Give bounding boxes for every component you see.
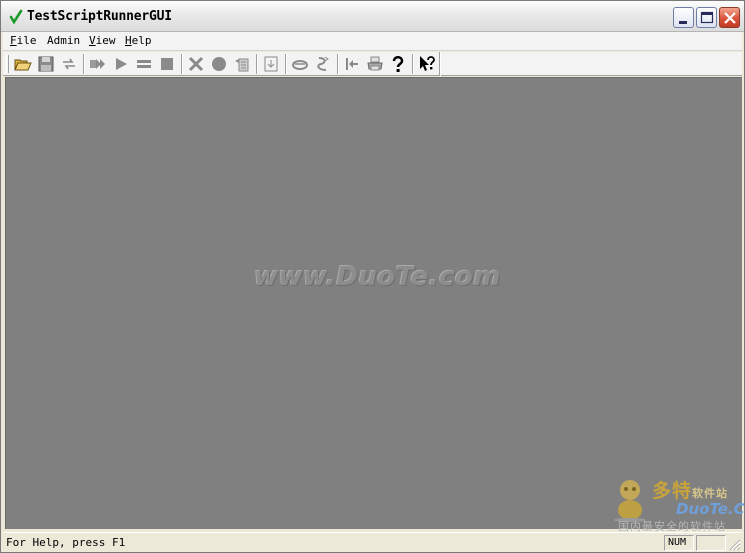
close-button[interactable]	[719, 7, 740, 28]
num-lock-indicator: NUM	[664, 535, 694, 551]
context-help-icon	[420, 56, 435, 71]
help-icon	[392, 56, 404, 72]
save-button[interactable]	[36, 54, 56, 74]
properties-icon	[235, 58, 249, 72]
link-button[interactable]	[290, 54, 310, 74]
toolbar-separator	[412, 54, 414, 74]
record-icon	[212, 57, 226, 71]
delete-button[interactable]	[186, 54, 206, 74]
toolbar-separator	[83, 54, 85, 74]
link-icon	[292, 60, 308, 70]
toolbar-separator	[256, 54, 258, 74]
watermark-logo: 多特软件站 DuoTe.Com 国内最安全的软件站	[610, 474, 745, 533]
menu-file[interactable]: File	[10, 34, 37, 47]
download-button[interactable]	[261, 54, 281, 74]
properties-button[interactable]	[232, 54, 252, 74]
main-client-area[interactable]: www.DuoTe.com 多特软件站 DuoTe.Com 国内最安全的软件站	[5, 77, 745, 533]
toolbar	[3, 52, 742, 76]
watermark-text: www.DuoTe.com	[254, 262, 501, 292]
print-icon	[367, 56, 383, 71]
play-icon	[116, 58, 127, 70]
goto-first-button[interactable]	[342, 54, 362, 74]
stop-button[interactable]	[157, 54, 177, 74]
toolbar-separator	[337, 54, 339, 74]
record-button[interactable]	[209, 54, 229, 74]
mascot-icon	[614, 480, 646, 522]
delete-icon	[188, 56, 204, 72]
toolbar-separator	[285, 54, 287, 74]
app-window: TestScriptRunnerGUI File Admin View Help	[0, 0, 745, 553]
menu-admin[interactable]: Admin	[47, 34, 80, 47]
refresh-icon	[63, 58, 75, 70]
watermark-brand-cn: 多特软件站	[652, 480, 729, 502]
run-all-button[interactable]	[88, 54, 108, 74]
open-button[interactable]	[13, 54, 33, 74]
print-button[interactable]	[365, 54, 385, 74]
pause-icon	[137, 60, 151, 68]
run-all-icon	[90, 59, 105, 69]
minimize-button[interactable]	[673, 7, 694, 28]
stop-icon	[161, 58, 173, 70]
minimize-icon	[679, 21, 687, 24]
status-text: For Help, press F1	[6, 536, 126, 549]
download-icon	[264, 56, 278, 72]
maximize-button[interactable]	[696, 7, 717, 28]
save-icon	[38, 56, 54, 72]
goto-first-icon	[346, 58, 358, 70]
watermark-brand-en: DuoTe.Com	[676, 500, 745, 518]
window-title: TestScriptRunnerGUI	[27, 9, 172, 24]
help-button[interactable]	[388, 54, 408, 74]
title-bar[interactable]: TestScriptRunnerGUI	[1, 1, 744, 32]
script-button[interactable]	[313, 54, 333, 74]
menu-view[interactable]: View	[89, 34, 116, 47]
play-button[interactable]	[111, 54, 131, 74]
close-icon	[724, 12, 736, 24]
status-bar: For Help, press F1 NUM	[3, 532, 742, 552]
checkmark-app-icon	[9, 9, 23, 25]
open-folder-icon	[14, 59, 32, 71]
refresh-button[interactable]	[59, 54, 79, 74]
maximize-icon	[700, 11, 714, 24]
context-help-button[interactable]	[417, 54, 437, 74]
menu-bar: File Admin View Help	[3, 32, 742, 51]
resize-grip-icon[interactable]	[727, 537, 741, 551]
toolbar-separator	[181, 54, 183, 74]
status-pane-empty	[696, 535, 726, 551]
toolbar-end-divider	[439, 52, 441, 76]
pause-button[interactable]	[134, 54, 154, 74]
script-icon	[317, 56, 329, 71]
toolbar-grip[interactable]	[6, 55, 9, 73]
menu-help[interactable]: Help	[125, 34, 152, 47]
